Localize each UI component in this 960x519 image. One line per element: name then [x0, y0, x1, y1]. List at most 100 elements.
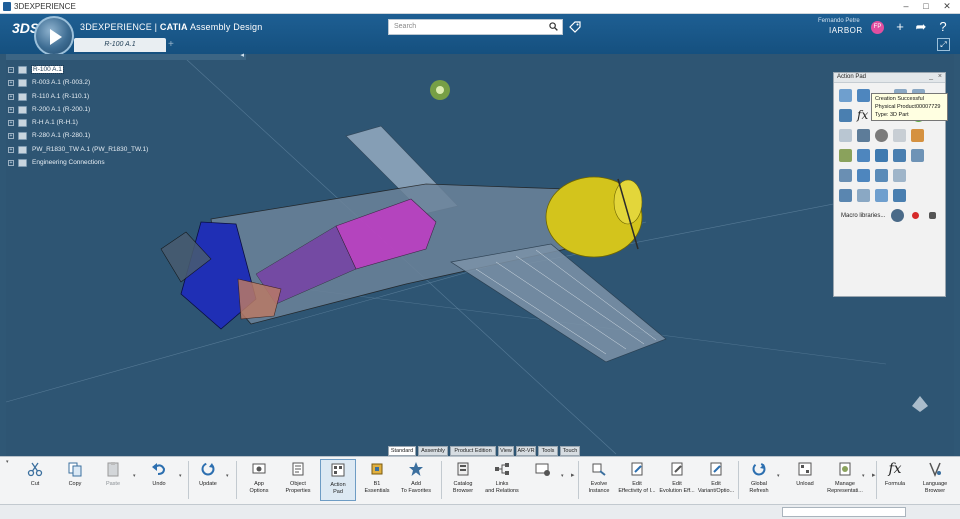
tag-icon[interactable]	[569, 21, 581, 33]
update-dropdown-icon[interactable]: ▾	[226, 473, 229, 479]
close-icon[interactable]: ✕	[937, 1, 957, 13]
maximize-icon[interactable]: □	[916, 1, 936, 13]
tab-product-edition[interactable]: Product Edition	[450, 446, 496, 456]
tab-r100[interactable]: R-100 A.1	[74, 38, 166, 52]
paste-dropdown-icon[interactable]: ▾	[133, 473, 136, 479]
tree-node[interactable]: + R-280 A.1 (R-280.1)	[8, 129, 208, 142]
edit-evolution-icon	[671, 462, 683, 476]
action-bar-collapse-icon[interactable]: ▾	[6, 459, 9, 465]
contact-icon[interactable]	[875, 169, 888, 182]
tools-grid-button[interactable]	[530, 459, 556, 501]
edit-evolution-button[interactable]: Edit Evolution Eff...	[659, 459, 695, 501]
refresh-dropdown-icon[interactable]: ▾	[777, 473, 780, 479]
tab-tools[interactable]: Tools	[538, 446, 558, 456]
links-and-relations-button[interactable]: Links and Relations	[485, 459, 519, 501]
command-input[interactable]	[782, 507, 906, 517]
tree-node[interactable]: + R-200 A.1 (R-200.1)	[8, 103, 208, 116]
add-to-favorites-button[interactable]: Add To Favorites	[401, 459, 431, 501]
stop-icon[interactable]	[929, 212, 936, 219]
collab-space-dropdown[interactable]: IARBOR	[829, 26, 863, 35]
user-name: Fernando Petre	[818, 18, 860, 24]
minimize-icon[interactable]: _	[929, 73, 933, 80]
manage-dropdown-icon[interactable]: ▾	[862, 473, 865, 479]
tooltip: Creation Successful Physical Product0000…	[871, 93, 948, 121]
tab-view[interactable]: View	[498, 446, 514, 456]
formula-button[interactable]: fx Formula	[882, 459, 908, 501]
app-options-button[interactable]: App Options	[246, 459, 272, 501]
macro-libraries-link[interactable]: Macro libraries...	[841, 213, 885, 219]
new-part-icon[interactable]	[839, 89, 852, 102]
fix-icon[interactable]	[857, 169, 870, 182]
tree-node[interactable]: + R-003 A.1 (R-003.2)	[8, 76, 208, 89]
language-browser-button[interactable]: Language Browser	[922, 459, 948, 501]
object-properties-button[interactable]: Object Properties	[285, 459, 311, 501]
new-product-icon[interactable]	[857, 89, 870, 102]
tools-dropdown-icon[interactable]: ▾	[561, 473, 564, 479]
action-bar: ▾ Cut Copy Paste ▾ Undo ▾ Update ▾ App O…	[0, 456, 960, 504]
reorder-icon[interactable]	[893, 189, 906, 202]
tree-node[interactable]: + R-H A.1 (R-H.1)	[8, 116, 208, 129]
share-icon[interactable]: ➦	[914, 20, 928, 34]
constraint-icon[interactable]	[839, 169, 852, 182]
cut-button[interactable]: Cut	[22, 459, 48, 501]
assembly-icon[interactable]	[875, 189, 888, 202]
avatar[interactable]: FP	[871, 21, 884, 34]
paste-button[interactable]: Paste	[100, 459, 126, 501]
tab-touch[interactable]: Touch	[560, 446, 580, 456]
tree-collapse-bar[interactable]: ◂	[6, 52, 246, 60]
gear-icon[interactable]	[839, 109, 852, 122]
pattern-icon[interactable]	[857, 189, 870, 202]
evolve-instance-button[interactable]: Evolve Instance	[586, 459, 612, 501]
tab-ar-vr[interactable]: AR-VR	[516, 446, 536, 456]
scroll-right-icon[interactable]: ▸	[571, 471, 575, 479]
tree-node[interactable]: + R-110 A.1 (R-110.1)	[8, 90, 208, 103]
search-input[interactable]: Search	[388, 19, 563, 35]
product-icon	[18, 145, 27, 154]
update-button[interactable]: Update	[195, 459, 221, 501]
tree-node[interactable]: + PW_R1830_TW A.1 (PW_R1830_TW.1)	[8, 143, 208, 156]
action-pad-icon	[331, 463, 345, 477]
color-icon[interactable]	[839, 149, 852, 162]
product-icon	[18, 105, 27, 114]
pencil-icon[interactable]	[911, 129, 924, 142]
catalog-browser-button[interactable]: Catalog Browser	[450, 459, 476, 501]
tree-node[interactable]: + Engineering Connections	[8, 156, 208, 169]
offset-icon[interactable]	[893, 169, 906, 182]
copy-button[interactable]: Copy	[62, 459, 88, 501]
tab-standard[interactable]: Standard	[388, 446, 416, 456]
essentials-button[interactable]: B1 Essentials	[364, 459, 390, 501]
fullscreen-icon[interactable]: ⤢	[937, 38, 950, 51]
tab-row: R-100 A.1 + ⤢	[0, 38, 960, 54]
scroll-right-icon-2[interactable]: ▸	[872, 471, 876, 479]
record-icon[interactable]	[912, 212, 919, 219]
close-icon[interactable]: ×	[938, 73, 942, 80]
undo-dropdown-icon[interactable]: ▾	[179, 473, 182, 479]
edit-effectivity-button[interactable]: Edit Effectivity of I...	[618, 459, 656, 501]
title-bar: 3DEXPERIENCE – □ ✕	[0, 0, 960, 14]
formula-icon[interactable]: fx	[857, 109, 870, 122]
move-icon[interactable]	[875, 149, 888, 162]
anchor-icon[interactable]	[857, 129, 870, 142]
group-icon[interactable]	[839, 189, 852, 202]
help-icon[interactable]: ?	[936, 20, 950, 34]
measure-icon[interactable]	[839, 129, 852, 142]
new-tab-icon[interactable]: +	[168, 38, 178, 52]
tree-node[interactable]: − R-100 A.1	[8, 63, 208, 76]
sphere-icon[interactable]	[875, 129, 888, 142]
add-icon[interactable]: +	[893, 20, 907, 34]
explode-icon[interactable]	[911, 149, 924, 162]
edit-variant-button[interactable]: Edit Variant/Optio...	[698, 459, 734, 501]
search-icon[interactable]	[549, 22, 558, 31]
undo-button[interactable]: Undo	[146, 459, 172, 501]
action-pad-button[interactable]: Action Pad	[320, 459, 356, 501]
evolve-icon	[592, 463, 606, 476]
snap-icon[interactable]	[893, 149, 906, 162]
tab-assembly[interactable]: Assembly	[418, 446, 448, 456]
manage-representations-button[interactable]: Manage Representati...	[827, 459, 863, 501]
macro-gear-icon[interactable]	[891, 209, 904, 222]
unload-button[interactable]: Unload	[792, 459, 818, 501]
edit-icon[interactable]	[857, 149, 870, 162]
eraser-icon[interactable]	[893, 129, 906, 142]
minimize-icon[interactable]: –	[896, 1, 916, 13]
global-refresh-button[interactable]: Global Refresh	[746, 459, 772, 501]
